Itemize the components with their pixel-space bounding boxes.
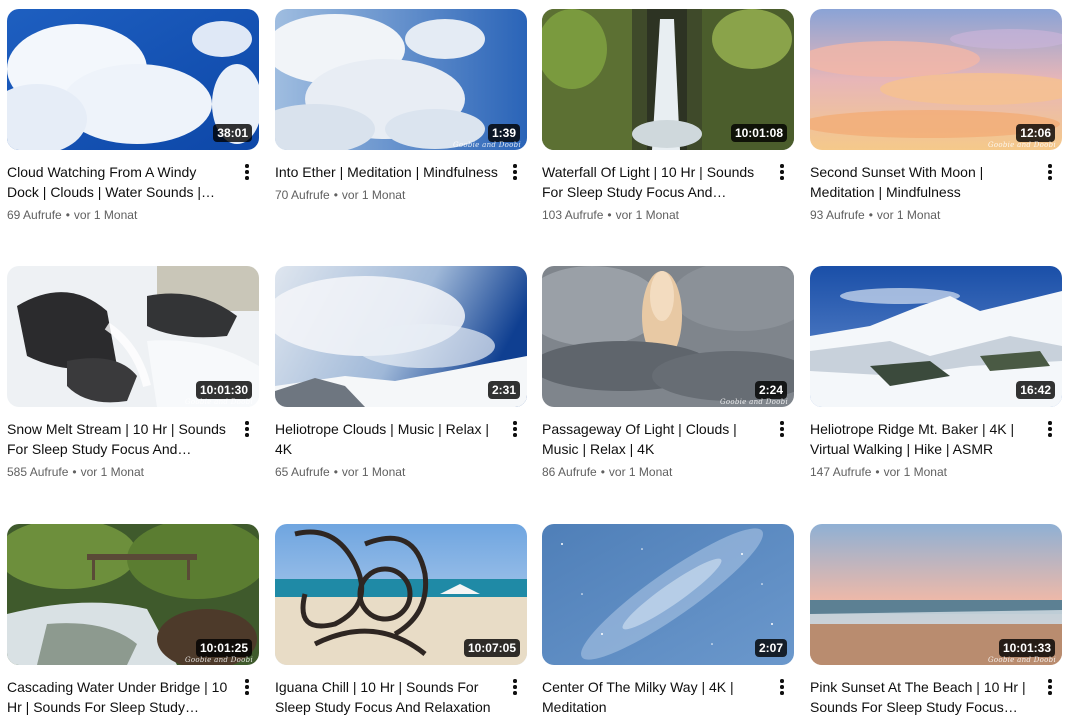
duration-badge: 10:01:25 — [195, 639, 252, 657]
video-stats: 147 Aufrufe • vor 1 Monat — [810, 463, 1034, 481]
duration-badge: 38:01 — [213, 124, 252, 142]
video-title[interactable]: Pink Sunset At The Beach | 10 Hr | Sound… — [810, 677, 1034, 717]
video-title[interactable]: Into Ether | Meditation | Mindfulness — [275, 162, 499, 182]
separator-dot: • — [868, 208, 873, 222]
duration-badge: 2:24 — [754, 381, 787, 399]
duration-badge: 16:42 — [1016, 381, 1055, 399]
more-options-icon[interactable] — [770, 158, 794, 186]
watermark: Goobie and Doobi — [719, 398, 788, 406]
video-title[interactable]: Cloud Watching From A Windy Dock | Cloud… — [7, 162, 231, 202]
video-thumbnail[interactable]: 10:01:25 Goobie and Doobi — [7, 524, 259, 665]
video-title[interactable]: Cascading Water Under Bridge | 10 Hr | S… — [7, 677, 231, 717]
watermark: Goobie and Doobi — [987, 656, 1056, 664]
more-options-icon[interactable] — [235, 415, 259, 443]
view-count: 103 Aufrufe — [542, 208, 604, 222]
video-thumbnail[interactable]: 10:07:05 — [275, 524, 527, 665]
video-card[interactable]: 10:01:25 Goobie and Doobi Cascading Wate… — [7, 524, 259, 717]
watermark: Goobie and Doobi — [184, 656, 253, 664]
upload-age: vor 1 Monat — [80, 465, 144, 479]
more-options-icon[interactable] — [1038, 158, 1062, 186]
video-grid: 38:01 Cloud Watching From A Windy Dock |… — [0, 0, 1072, 717]
view-count: 86 Aufrufe — [542, 465, 597, 479]
upload-age: vor 1 Monat — [876, 208, 941, 222]
video-stats: 70 Aufrufe • vor 1 Monat — [275, 186, 499, 204]
separator-dot: • — [875, 465, 880, 479]
video-card[interactable]: 10:07:05 Iguana Chill | 10 Hr | Sounds F… — [275, 524, 527, 717]
video-thumbnail[interactable]: 12:06 Goobie and Doobi — [810, 9, 1062, 150]
video-title[interactable]: Heliotrope Ridge Mt. Baker | 4K | Virtua… — [810, 419, 1034, 459]
video-card[interactable]: 16:42 Heliotrope Ridge Mt. Baker | 4K | … — [810, 266, 1062, 481]
watermark: Goobie and Doobi — [184, 398, 253, 406]
more-options-icon[interactable] — [1038, 673, 1062, 701]
duration-badge: 10:01:08 — [730, 124, 787, 142]
more-options-icon[interactable] — [770, 673, 794, 701]
video-thumbnail[interactable]: 2:31 — [275, 266, 527, 407]
duration-badge: 10:07:05 — [463, 639, 520, 657]
video-thumbnail[interactable]: 10:01:33 Goobie and Doobi — [810, 524, 1062, 665]
video-card[interactable]: 10:01:30 Goobie and Doobi Snow Melt Stre… — [7, 266, 259, 481]
video-card[interactable]: 10:01:08 Waterfall Of Light | 10 Hr | So… — [542, 9, 794, 224]
video-title[interactable]: Waterfall Of Light | 10 Hr | Sounds For … — [542, 162, 766, 202]
upload-age: vor 1 Monat — [608, 465, 673, 479]
view-count: 93 Aufrufe — [810, 208, 865, 222]
video-thumbnail[interactable]: 1:39 Goobie and Doobi — [275, 9, 527, 150]
video-title[interactable]: Snow Melt Stream | 10 Hr | Sounds For Sl… — [7, 419, 231, 459]
upload-age: vor 1 Monat — [73, 208, 138, 222]
upload-age: vor 1 Monat — [341, 188, 406, 202]
video-title[interactable]: Iguana Chill | 10 Hr | Sounds For Sleep … — [275, 677, 499, 717]
separator-dot: • — [72, 465, 77, 479]
video-card[interactable]: 1:39 Goobie and Doobi Into Ether | Medit… — [275, 9, 527, 204]
video-title[interactable]: Passageway Of Light | Clouds | Music | R… — [542, 419, 766, 459]
separator-dot: • — [333, 465, 338, 479]
upload-age: vor 1 Monat — [341, 465, 406, 479]
duration-badge: 10:01:30 — [195, 381, 252, 399]
more-options-icon[interactable] — [503, 158, 527, 186]
separator-dot: • — [65, 208, 70, 222]
video-thumbnail[interactable]: 10:01:30 Goobie and Doobi — [7, 266, 259, 407]
upload-age: vor 1 Monat — [615, 208, 679, 222]
more-options-icon[interactable] — [503, 415, 527, 443]
duration-badge: 10:01:33 — [998, 639, 1055, 657]
view-count: 69 Aufrufe — [7, 208, 62, 222]
more-options-icon[interactable] — [235, 158, 259, 186]
duration-badge: 2:31 — [487, 381, 520, 399]
view-count: 147 Aufrufe — [810, 465, 872, 479]
video-stats: 103 Aufrufe • vor 1 Monat — [542, 206, 766, 224]
upload-age: vor 1 Monat — [883, 465, 947, 479]
video-card[interactable]: 2:31 Heliotrope Clouds | Music | Relax |… — [275, 266, 527, 481]
separator-dot: • — [333, 188, 338, 202]
more-options-icon[interactable] — [503, 673, 527, 701]
video-title[interactable]: Second Sunset With Moon | Meditation | M… — [810, 162, 1034, 202]
more-options-icon[interactable] — [1038, 415, 1062, 443]
video-thumbnail[interactable]: 2:07 — [542, 524, 794, 665]
view-count: 585 Aufrufe — [7, 465, 69, 479]
separator-dot: • — [600, 465, 605, 479]
video-title[interactable]: Heliotrope Clouds | Music | Relax | 4K — [275, 419, 499, 459]
view-count: 70 Aufrufe — [275, 188, 330, 202]
video-card[interactable]: 12:06 Goobie and Doobi Second Sunset Wit… — [810, 9, 1062, 224]
video-stats: 65 Aufrufe • vor 1 Monat — [275, 463, 499, 481]
view-count: 65 Aufrufe — [275, 465, 330, 479]
video-title[interactable]: Center Of The Milky Way | 4K | Meditatio… — [542, 677, 766, 717]
video-thumbnail[interactable]: 2:24 Goobie and Doobi — [542, 266, 794, 407]
video-stats: 86 Aufrufe • vor 1 Monat — [542, 463, 766, 481]
video-stats: 585 Aufrufe • vor 1 Monat — [7, 463, 231, 481]
video-stats: 93 Aufrufe • vor 1 Monat — [810, 206, 1034, 224]
duration-badge: 12:06 — [1016, 124, 1055, 142]
duration-badge: 1:39 — [487, 124, 520, 142]
video-card[interactable]: 2:07 Center Of The Milky Way | 4K | Medi… — [542, 524, 794, 717]
watermark: Goobie and Doobi — [987, 141, 1056, 149]
video-card[interactable]: 38:01 Cloud Watching From A Windy Dock |… — [7, 9, 259, 224]
video-stats: 69 Aufrufe • vor 1 Monat — [7, 206, 231, 224]
more-options-icon[interactable] — [235, 673, 259, 701]
duration-badge: 2:07 — [754, 639, 787, 657]
video-thumbnail[interactable]: 10:01:08 — [542, 9, 794, 150]
watermark: Goobie and Doobi — [452, 141, 521, 149]
video-thumbnail[interactable]: 16:42 — [810, 266, 1062, 407]
video-card[interactable]: 2:24 Goobie and Doobi Passageway Of Ligh… — [542, 266, 794, 481]
separator-dot: • — [607, 208, 612, 222]
video-card[interactable]: 10:01:33 Goobie and Doobi Pink Sunset At… — [810, 524, 1062, 717]
video-thumbnail[interactable]: 38:01 — [7, 9, 259, 150]
more-options-icon[interactable] — [770, 415, 794, 443]
